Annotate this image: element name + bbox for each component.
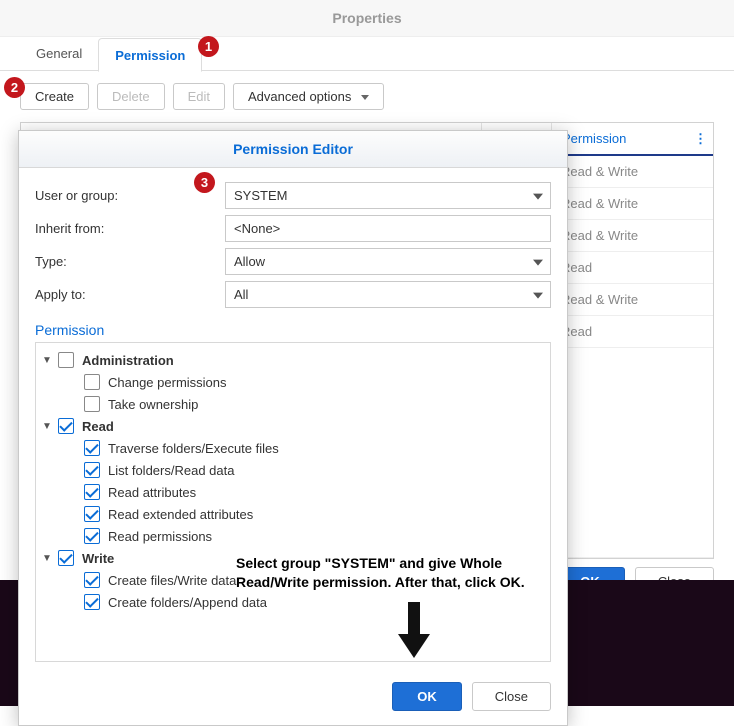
checkbox[interactable] bbox=[84, 594, 100, 610]
tree-item-create-folders[interactable]: Create folders/Append data bbox=[84, 591, 546, 613]
label-apply-to: Apply to: bbox=[35, 287, 225, 302]
collapse-icon[interactable]: ▼ bbox=[40, 553, 54, 564]
toolbar: Create Delete Edit Advanced options bbox=[0, 71, 734, 122]
perm-cell: Read & Write bbox=[551, 156, 713, 187]
annotation-badge-1: 1 bbox=[198, 36, 219, 57]
tree-label: Write bbox=[82, 551, 114, 566]
tree-group-administration[interactable]: ▼ Administration bbox=[40, 349, 546, 371]
checkbox[interactable] bbox=[84, 506, 100, 522]
tree-item-read-attributes[interactable]: Read attributes bbox=[84, 481, 546, 503]
delete-button[interactable]: Delete bbox=[97, 83, 165, 110]
window-title: Properties bbox=[0, 0, 734, 37]
modal-footer: OK Close bbox=[19, 672, 567, 725]
label-inherit-from: Inherit from: bbox=[35, 221, 225, 236]
chevron-down-icon bbox=[533, 193, 543, 199]
chevron-down-icon bbox=[533, 292, 543, 298]
permission-section-header: Permission bbox=[19, 318, 567, 342]
checkbox-read[interactable] bbox=[58, 418, 74, 434]
col-permission[interactable]: Permission ⋮ bbox=[551, 123, 713, 154]
create-button[interactable]: Create bbox=[20, 83, 89, 110]
tree-label: Read attributes bbox=[108, 485, 196, 500]
checkbox[interactable] bbox=[84, 572, 100, 588]
tree-item-read-extended-attributes[interactable]: Read extended attributes bbox=[84, 503, 546, 525]
annotation-text: Select group "SYSTEM" and give Whole Rea… bbox=[236, 554, 536, 592]
edit-button[interactable]: Edit bbox=[173, 83, 225, 110]
permission-tree[interactable]: ▼ Administration Change permissions Take… bbox=[35, 342, 551, 662]
tab-bar: General Permission bbox=[0, 37, 734, 71]
tree-label: Change permissions bbox=[108, 375, 227, 390]
modal-ok-button[interactable]: OK bbox=[392, 682, 462, 711]
permission-editor-modal: Permission Editor User or group: SYSTEM … bbox=[18, 130, 568, 726]
tab-general[interactable]: General bbox=[20, 37, 98, 71]
tree-label: Administration bbox=[82, 353, 174, 368]
tree-item-read-permissions[interactable]: Read permissions bbox=[84, 525, 546, 547]
checkbox-administration[interactable] bbox=[58, 352, 74, 368]
tree-item-change-permissions[interactable]: Change permissions bbox=[84, 371, 546, 393]
perm-cell: Read bbox=[551, 252, 713, 283]
advanced-options-button[interactable]: Advanced options bbox=[233, 83, 384, 110]
tree-group-read[interactable]: ▼ Read bbox=[40, 415, 546, 437]
annotation-badge-2: 2 bbox=[4, 77, 25, 98]
collapse-icon[interactable]: ▼ bbox=[40, 355, 54, 366]
tree-label: Create files/Write data bbox=[108, 573, 236, 588]
checkbox[interactable] bbox=[84, 484, 100, 500]
chevron-down-icon bbox=[533, 259, 543, 265]
arrow-down-icon bbox=[394, 602, 434, 662]
user-or-group-select[interactable]: SYSTEM bbox=[225, 182, 551, 209]
modal-title: Permission Editor bbox=[19, 131, 567, 168]
perm-cell: Read & Write bbox=[551, 188, 713, 219]
checkbox[interactable] bbox=[84, 528, 100, 544]
modal-close-button[interactable]: Close bbox=[472, 682, 551, 711]
perm-cell: Read bbox=[551, 316, 713, 347]
advanced-options-label: Advanced options bbox=[248, 89, 351, 104]
tree-label: Traverse folders/Execute files bbox=[108, 441, 279, 456]
type-select[interactable]: Allow bbox=[225, 248, 551, 275]
tree-item-list-folders[interactable]: List folders/Read data bbox=[84, 459, 546, 481]
annotation-badge-3: 3 bbox=[194, 172, 215, 193]
tree-label: Take ownership bbox=[108, 397, 198, 412]
tree-label: Create folders/Append data bbox=[108, 595, 267, 610]
checkbox[interactable] bbox=[84, 396, 100, 412]
checkbox[interactable] bbox=[84, 440, 100, 456]
checkbox[interactable] bbox=[84, 462, 100, 478]
perm-cell: Read & Write bbox=[551, 220, 713, 251]
tree-label: Read extended attributes bbox=[108, 507, 253, 522]
tree-label: Read bbox=[82, 419, 114, 434]
modal-form: User or group: SYSTEM Inherit from: Type… bbox=[19, 168, 567, 318]
inherit-from-input[interactable] bbox=[225, 215, 551, 242]
collapse-icon[interactable]: ▼ bbox=[40, 421, 54, 432]
checkbox-write[interactable] bbox=[58, 550, 74, 566]
checkbox[interactable] bbox=[84, 374, 100, 390]
tree-label: List folders/Read data bbox=[108, 463, 234, 478]
apply-to-select[interactable]: All bbox=[225, 281, 551, 308]
tree-item-traverse[interactable]: Traverse folders/Execute files bbox=[84, 437, 546, 459]
label-type: Type: bbox=[35, 254, 225, 269]
caret-down-icon bbox=[361, 95, 369, 100]
tab-permission[interactable]: Permission bbox=[98, 38, 202, 72]
tree-label: Read permissions bbox=[108, 529, 212, 544]
column-menu-icon[interactable]: ⋮ bbox=[694, 131, 707, 147]
tree-item-take-ownership[interactable]: Take ownership bbox=[84, 393, 546, 415]
col-permission-label: Permission bbox=[562, 131, 626, 146]
perm-cell: Read & Write bbox=[551, 284, 713, 315]
